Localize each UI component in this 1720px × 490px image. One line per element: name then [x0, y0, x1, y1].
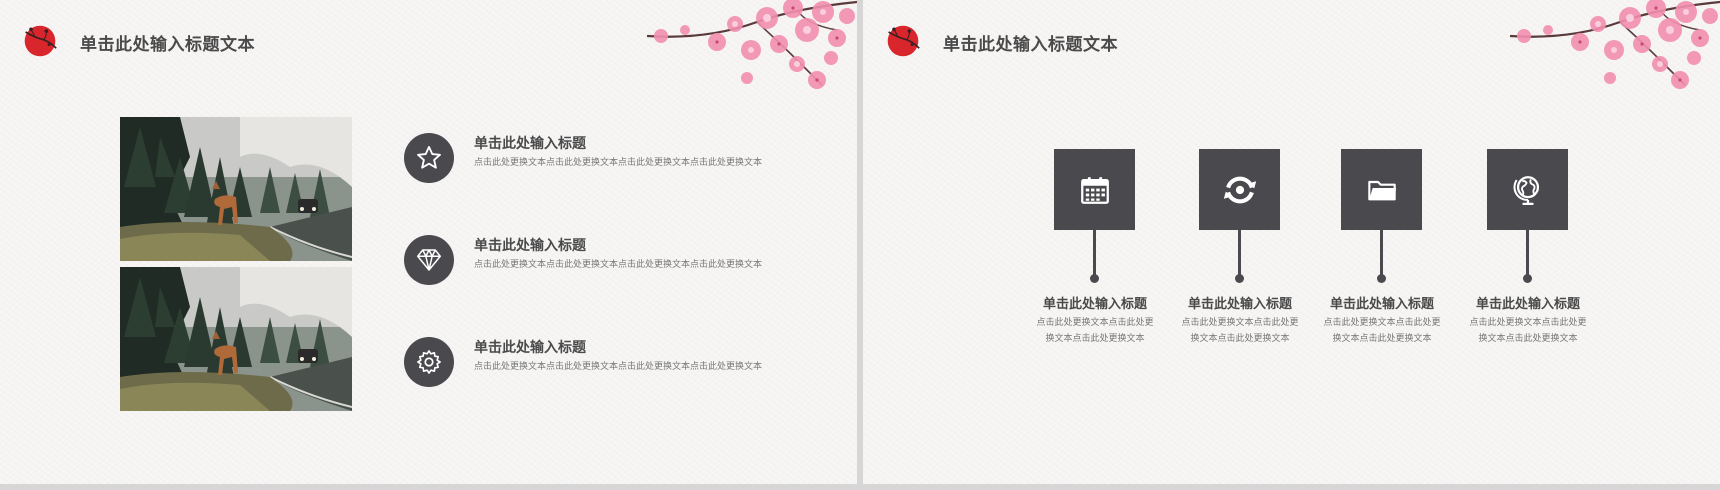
folder-icon — [1341, 149, 1422, 230]
connector-dot — [1523, 274, 1532, 283]
connector-line — [1093, 230, 1096, 277]
plum-blossom-logo-icon — [22, 23, 58, 59]
cherry-blossom-decoration-icon — [647, 0, 857, 105]
connector-dot — [1090, 274, 1099, 283]
item-description[interactable]: 点击此处更换文本点击此处更换文本点击此处更换文本点击此处更换文本 — [474, 155, 764, 171]
feature-description[interactable]: 点击此处更换文本点击此处更换文本点击此处更换文本 — [1322, 315, 1442, 347]
deer-forest-photo — [120, 117, 352, 261]
feature-description[interactable]: 点击此处更换文本点击此处更换文本点击此处更换文本 — [1180, 315, 1300, 347]
connector-line — [1526, 230, 1529, 277]
connector-line — [1380, 230, 1383, 277]
feature-title[interactable]: 单击此处输入标题 — [1463, 293, 1593, 312]
plum-blossom-logo-icon — [885, 23, 921, 59]
diamond-icon — [404, 235, 454, 285]
feature-description[interactable]: 点击此处更换文本点击此处更换文本点击此处更换文本 — [1468, 315, 1588, 347]
slide-title[interactable]: 单击此处输入标题文本 — [80, 30, 255, 55]
item-description[interactable]: 点击此处更换文本点击此处更换文本点击此处更换文本点击此处更换文本 — [474, 359, 764, 375]
connector-dot — [1377, 274, 1386, 283]
item-title[interactable]: 单击此处输入标题 — [474, 337, 586, 357]
globe-icon — [1487, 149, 1568, 230]
deer-forest-photo — [120, 267, 352, 411]
slide-left: 单击此处输入标题文本 单击此处输入标题 点击此处更换文本点击此处更换文本点击此处… — [0, 0, 857, 484]
feature-title[interactable]: 单击此处输入标题 — [1317, 293, 1447, 312]
feature-description[interactable]: 点击此处更换文本点击此处更换文本点击此处更换文本 — [1035, 315, 1155, 347]
item-description[interactable]: 点击此处更换文本点击此处更换文本点击此处更换文本点击此处更换文本 — [474, 257, 764, 273]
item-title[interactable]: 单击此处输入标题 — [474, 133, 586, 153]
connector-line — [1238, 230, 1241, 277]
refresh-icon — [1199, 149, 1280, 230]
cherry-blossom-decoration-icon — [1510, 0, 1720, 105]
calendar-icon — [1054, 149, 1135, 230]
feature-title[interactable]: 单击此处输入标题 — [1175, 293, 1305, 312]
feature-title[interactable]: 单击此处输入标题 — [1030, 293, 1160, 312]
connector-dot — [1235, 274, 1244, 283]
item-title[interactable]: 单击此处输入标题 — [474, 235, 586, 255]
slide-title[interactable]: 单击此处输入标题文本 — [943, 30, 1118, 55]
gear-icon — [404, 337, 454, 387]
slide-right: 单击此处输入标题文本 单击此处输入标题 点击此处更换文本点击此处更换文本点击此处… — [863, 0, 1720, 484]
star-icon — [404, 133, 454, 183]
